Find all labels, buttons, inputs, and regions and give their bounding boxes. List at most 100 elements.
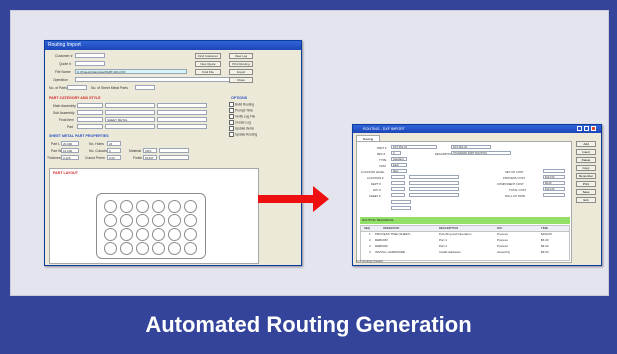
- new-quote-button[interactable]: New Quote: [195, 61, 221, 67]
- er-label-location-level: LOCATION LEVEL: [361, 170, 385, 174]
- er-field-location[interactable]: [391, 175, 405, 179]
- exit-button[interactable]: Exit: [576, 197, 596, 203]
- sm-field-finish[interactable]: PAINT: [143, 155, 157, 160]
- table-row[interactable]: 3 DEBURR Part 2 Process $6.00: [361, 244, 569, 249]
- er-field-dept[interactable]: [391, 181, 405, 185]
- grid-cell-wc: Process: [497, 238, 508, 242]
- sm-field-material[interactable]: CRS: [143, 148, 157, 153]
- close-icon[interactable]: [591, 126, 596, 131]
- option-checkbox-5[interactable]: Update Items: [229, 126, 254, 131]
- minimize-icon[interactable]: [577, 126, 582, 131]
- sm-field-part-l[interactable]: 20.000: [61, 141, 79, 146]
- er-label-rollup-date: ROLL-UP DATE: [505, 194, 526, 198]
- er-field-extra-1[interactable]: [391, 200, 411, 204]
- arrow-shaft: [258, 195, 317, 203]
- checkbox-icon: [229, 120, 234, 125]
- sm-label-cutouts: No. Cutouts: [89, 149, 107, 153]
- grid-cell-op: DEBURR: [375, 238, 388, 242]
- er-field-sheet-desc[interactable]: [409, 193, 459, 197]
- file-name-field[interactable]: C:\Projects\Samples\PART-001.DXF: [75, 69, 187, 74]
- options-heading: OPTIONS: [231, 96, 248, 100]
- option-checkbox-6[interactable]: Update Routing: [229, 132, 257, 137]
- sm-field-material-desc[interactable]: [159, 148, 189, 153]
- customer-field[interactable]: [75, 53, 105, 58]
- no-of-parts-field[interactable]: [67, 85, 87, 90]
- option-checkbox-2[interactable]: Prompt Time: [229, 108, 253, 113]
- table-row[interactable]: 4 INSTALL HARDWARE Install Hardware Asse…: [361, 250, 569, 255]
- category-desc-part[interactable]: [105, 124, 155, 129]
- category-extra-final[interactable]: [157, 117, 207, 122]
- category-desc-sub[interactable]: [105, 110, 155, 115]
- category-field-main[interactable]: [77, 103, 103, 108]
- er-field-component-cost[interactable]: $0.00: [543, 181, 565, 185]
- er-field-total-cost[interactable]: $121.00: [543, 187, 565, 191]
- er-field-part[interactable]: DXT-001-23: [391, 145, 437, 149]
- er-field-rollup-date[interactable]: [543, 193, 565, 197]
- sm-label-holes: No. Holes: [89, 142, 104, 146]
- delete-button[interactable]: Delete: [576, 157, 596, 163]
- er-field-wc[interactable]: [391, 187, 405, 191]
- er-field-extra-2[interactable]: [391, 206, 411, 210]
- grid-cell-wc: Process: [497, 232, 508, 236]
- no-of-sheets-field[interactable]: [135, 85, 155, 90]
- category-field-final[interactable]: [77, 117, 103, 122]
- checkbox-icon: [229, 132, 234, 137]
- er-field-wc-desc[interactable]: [409, 187, 459, 191]
- edit-routing-titlebar: ROUTING - DXF IMPORT: [353, 125, 601, 133]
- view-log-button[interactable]: View Log: [229, 53, 253, 59]
- print-routing-button[interactable]: Print Routing: [229, 61, 253, 67]
- category-desc-main[interactable]: [105, 103, 155, 108]
- maximize-icon[interactable]: [584, 126, 589, 131]
- er-field-process-cost[interactable]: $121.00: [543, 175, 565, 179]
- er-field-dept-desc[interactable]: [409, 181, 459, 185]
- er-field-setup-cost[interactable]: [543, 169, 565, 173]
- option-checkbox-4[interactable]: Create Log: [229, 120, 251, 125]
- option-checkbox-1[interactable]: Build Routing: [229, 102, 254, 107]
- quote-field[interactable]: [75, 61, 105, 66]
- option-checkbox-3[interactable]: Verify Log File: [229, 114, 255, 119]
- er-label-process-cost: PROCESS COST: [503, 176, 526, 180]
- er-field-rev[interactable]: A: [391, 151, 401, 155]
- copy-button[interactable]: Copy: [576, 165, 596, 171]
- er-field-location-desc[interactable]: [409, 175, 459, 179]
- operation-field[interactable]: [75, 77, 253, 82]
- er-field-uom[interactable]: Each: [391, 163, 407, 167]
- category-extra-sub[interactable]: [157, 110, 207, 115]
- sm-field-holes[interactable]: 24: [107, 141, 121, 146]
- sm-field-finish-desc[interactable]: [159, 155, 189, 160]
- close-button[interactable]: Close: [229, 77, 253, 83]
- part-layout-plate-drawing: [96, 193, 206, 259]
- hole-shape: [120, 228, 133, 241]
- find-customer-button[interactable]: Find Customer: [195, 53, 221, 59]
- table-row[interactable]: 2 DEBURR Part 1 Process $6.00: [361, 238, 569, 243]
- category-field-sub[interactable]: [77, 110, 103, 115]
- er-label-setup-cost: SET-UP COST: [505, 170, 524, 174]
- sm-field-cutouts[interactable]: 0: [107, 148, 121, 153]
- category-extra-part[interactable]: [157, 124, 207, 129]
- category-extra-main[interactable]: [157, 103, 207, 108]
- hole-shape: [168, 200, 181, 213]
- grid-cell-desc: Punching and Operation: [439, 232, 472, 236]
- print-button[interactable]: Print: [576, 181, 596, 187]
- import-button[interactable]: Import: [229, 69, 253, 75]
- er-field-sheet[interactable]: [391, 193, 405, 197]
- grid-col-seq: SEQ: [364, 226, 370, 230]
- sm-field-cutout-perim[interactable]: 0.00: [107, 155, 121, 160]
- add-button[interactable]: Add: [576, 141, 596, 147]
- renumber-button[interactable]: Renumber: [576, 173, 596, 179]
- save-button[interactable]: Save: [576, 189, 596, 195]
- option-label-3: Verify Log File: [235, 114, 256, 119]
- er-field-type[interactable]: Standard: [391, 157, 407, 161]
- category-desc-final[interactable]: SHEET METAL: [105, 117, 155, 122]
- sm-field-thickness[interactable]: 0.125: [61, 155, 79, 160]
- grid-cell-seq: 2: [369, 238, 371, 242]
- er-field-description[interactable]: STANDARD PART ROUTING: [451, 151, 511, 155]
- insert-button[interactable]: Insert: [576, 149, 596, 155]
- er-field-part-ref[interactable]: DXT-001-23: [451, 145, 491, 149]
- table-row[interactable]: 1 PROCESS TIME (SHEET) Punching and Oper…: [361, 232, 569, 237]
- sm-field-part-w[interactable]: 16.000: [61, 148, 79, 153]
- er-label-type: TYPE: [379, 158, 387, 162]
- category-field-part[interactable]: [77, 124, 103, 129]
- er-field-location-level[interactable]: Main: [391, 169, 407, 173]
- find-file-button[interactable]: Find File: [195, 69, 221, 75]
